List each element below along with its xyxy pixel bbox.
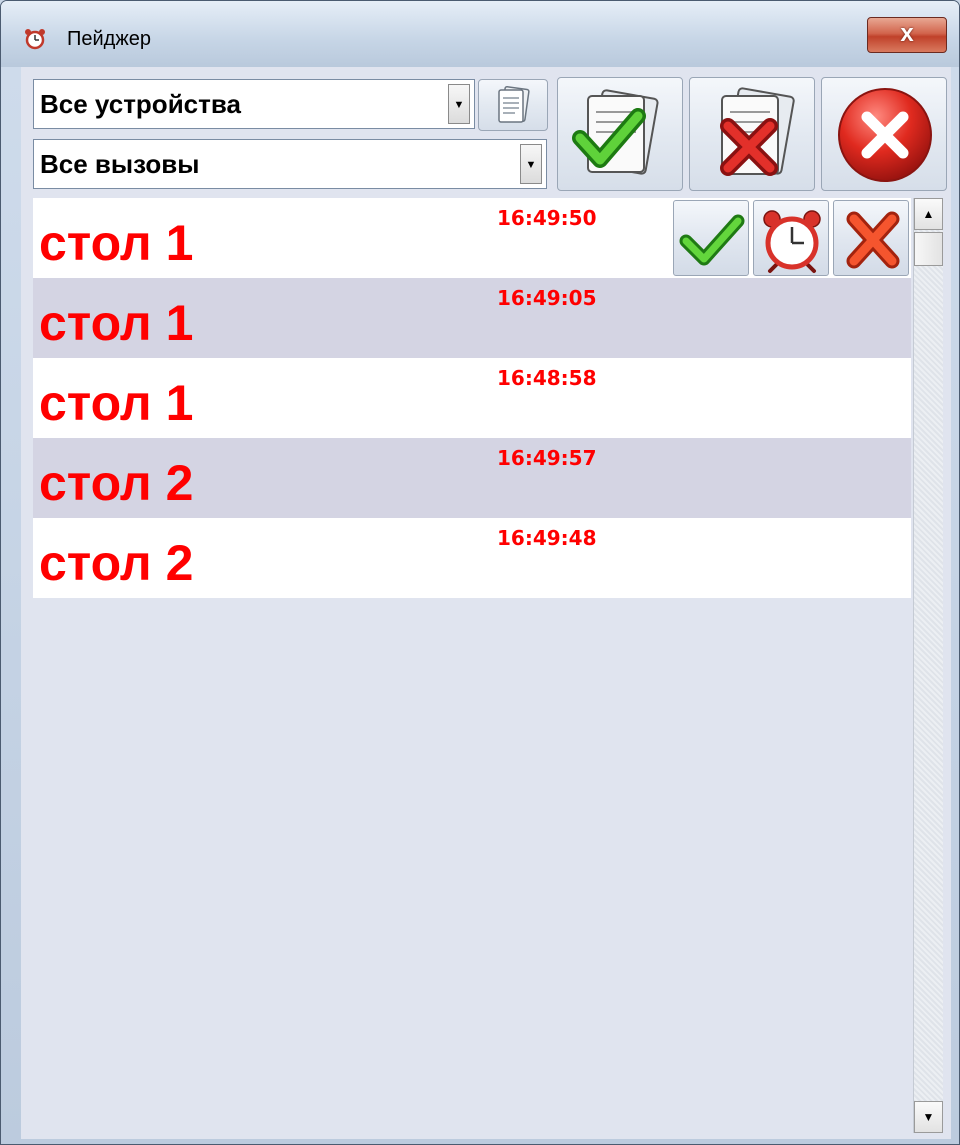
snooze-call-button[interactable] bbox=[753, 200, 829, 276]
title-bar[interactable]: Пейджер x bbox=[1, 1, 959, 67]
list-item[interactable]: стол 1 16:49:50 bbox=[33, 198, 911, 278]
exit-button[interactable] bbox=[821, 77, 947, 191]
delete-call-button[interactable] bbox=[833, 200, 909, 276]
pager-window: Пейджер x Все устройства ▼ Все вызовы ▼ bbox=[0, 0, 960, 1145]
scroll-thumb[interactable] bbox=[914, 232, 943, 266]
alarm-clock-icon bbox=[23, 27, 47, 51]
reject-all-icon bbox=[720, 87, 795, 176]
exit-icon bbox=[838, 88, 932, 182]
accept-all-icon bbox=[572, 89, 659, 175]
calls-filter-select[interactable]: Все вызовы ▼ bbox=[33, 139, 547, 189]
accept-call-button[interactable] bbox=[673, 200, 749, 276]
notepad-button[interactable] bbox=[478, 79, 548, 131]
list-item[interactable]: стол 2 16:49:57 bbox=[33, 438, 911, 518]
check-icon bbox=[679, 214, 745, 266]
list-item[interactable]: стол 2 16:49:48 bbox=[33, 518, 911, 598]
list-item[interactable]: стол 1 16:48:58 bbox=[33, 358, 911, 438]
call-time: 16:49:05 bbox=[497, 286, 597, 310]
call-name: стол 1 bbox=[39, 375, 194, 431]
calls-filter-value: Все вызовы bbox=[40, 149, 200, 179]
client-area: Все устройства ▼ Все вызовы ▼ стол 1 16:… bbox=[21, 67, 951, 1139]
window-title: Пейджер bbox=[67, 28, 151, 50]
call-time: 16:48:58 bbox=[497, 366, 597, 390]
device-filter-select[interactable]: Все устройства ▼ bbox=[33, 79, 475, 129]
device-filter-value: Все устройства bbox=[40, 89, 241, 119]
list-item[interactable]: стол 1 16:49:05 bbox=[33, 278, 911, 358]
scroll-down-button[interactable]: ▼ bbox=[914, 1101, 943, 1133]
vertical-scrollbar[interactable]: ▲ ▼ bbox=[913, 198, 943, 1133]
reject-all-button[interactable] bbox=[689, 77, 815, 191]
call-name: стол 2 bbox=[39, 535, 194, 591]
window-close-button[interactable]: x bbox=[867, 17, 947, 53]
accept-all-button[interactable] bbox=[557, 77, 683, 191]
calls-list[interactable]: стол 1 16:49:50 стол 1 16:49:05 стол 1 1… bbox=[33, 198, 913, 1133]
chevron-down-icon[interactable]: ▼ bbox=[520, 144, 542, 184]
cross-icon bbox=[846, 211, 900, 269]
notepad-icon bbox=[498, 85, 530, 123]
chevron-down-icon[interactable]: ▼ bbox=[448, 84, 470, 124]
call-name: стол 1 bbox=[39, 295, 194, 351]
call-name: стол 2 bbox=[39, 455, 194, 511]
call-time: 16:49:48 bbox=[497, 526, 597, 550]
alarm-clock-icon bbox=[763, 210, 821, 273]
call-time: 16:49:50 bbox=[497, 206, 597, 230]
call-name: стол 1 bbox=[39, 215, 194, 271]
scroll-up-button[interactable]: ▲ bbox=[914, 198, 943, 230]
call-time: 16:49:57 bbox=[497, 446, 597, 470]
